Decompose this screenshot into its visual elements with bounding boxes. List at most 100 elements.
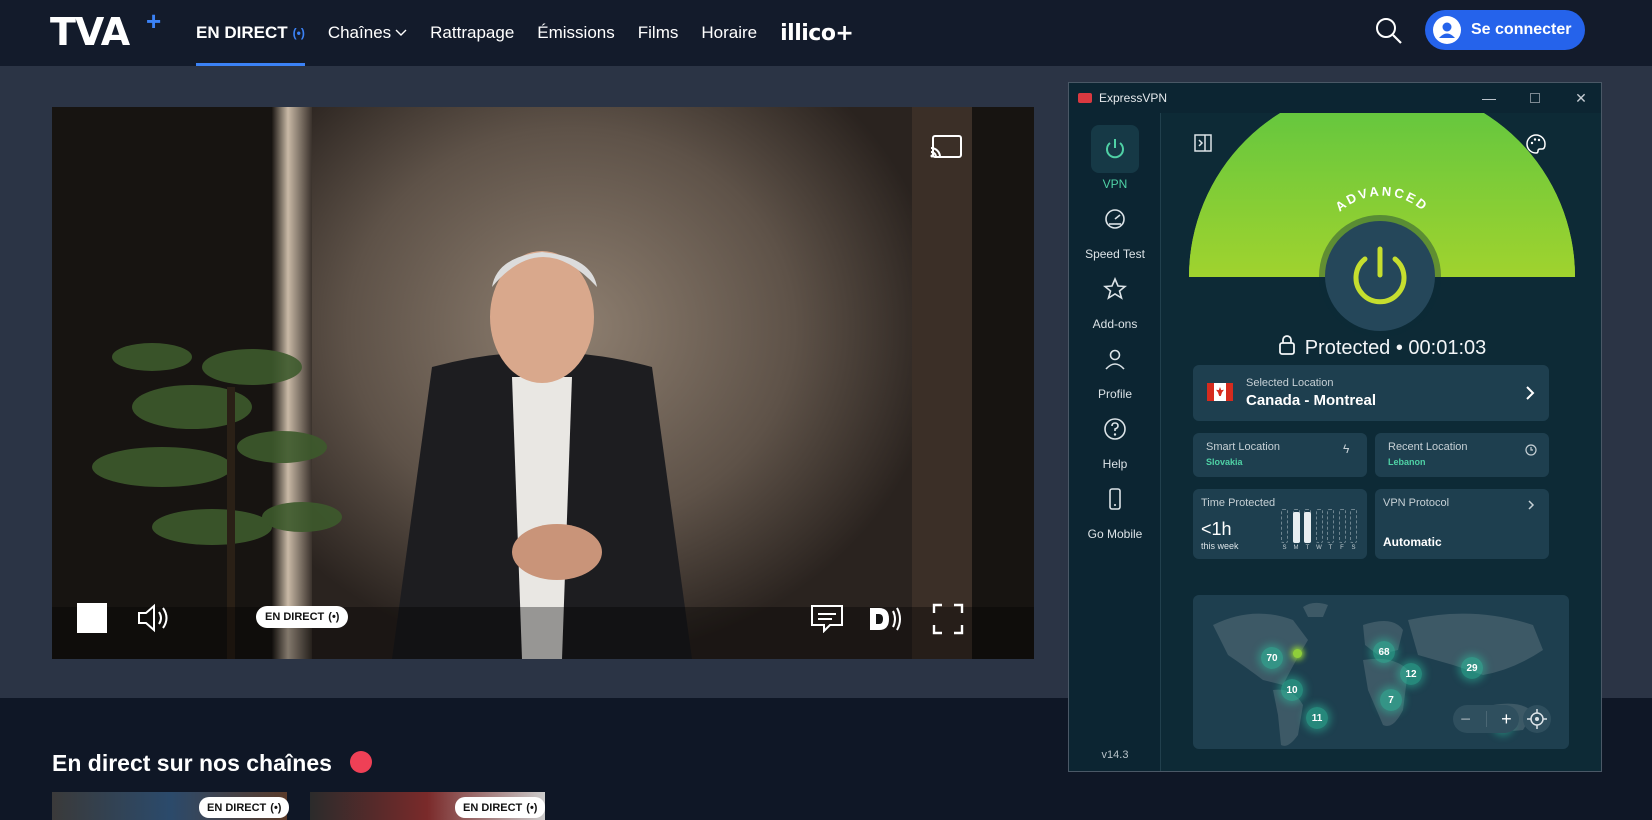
collapse-sidebar-icon[interactable] [1193, 133, 1213, 158]
sidebar-item-help[interactable]: Help [1069, 405, 1161, 471]
sidebar-item-vpn[interactable]: VPN [1069, 125, 1161, 191]
live-broadcast-icon: (•) [526, 801, 538, 814]
nav-chaines-label: Chaînes [327, 23, 392, 42]
smart-location-label: Smart Location [1206, 441, 1280, 453]
nav-films[interactable]: Films [638, 0, 679, 66]
chevron-right-icon [1527, 498, 1535, 516]
star-icon [1091, 265, 1139, 313]
channel-card-live-pill: EN DIRECT (•) [199, 797, 290, 818]
map-pin[interactable]: 10 [1281, 679, 1303, 701]
day-bar-track [1338, 509, 1346, 543]
sidebar-item-label: Help [1102, 457, 1128, 471]
app-version: v14.3 [1101, 749, 1129, 761]
question-icon [1091, 405, 1139, 453]
day-bar-fill [1292, 512, 1300, 543]
sidebar-item-add-ons[interactable]: Add-ons [1069, 265, 1161, 331]
logo-text: TVA [50, 10, 130, 54]
sidebar-item-go-mobile[interactable]: Go Mobile [1069, 475, 1161, 541]
clock-icon [1525, 443, 1537, 461]
sidebar-item-label: Add-ons [1092, 317, 1138, 331]
smart-location-card[interactable]: Smart Location Slovakia ϟ [1193, 433, 1367, 477]
stop-icon[interactable] [77, 603, 107, 633]
day-label: S [1282, 545, 1287, 551]
day-bar-track [1327, 509, 1334, 543]
recent-location-card[interactable]: Recent Location Lebanon [1375, 433, 1549, 477]
connection-status-text: Protected • 00:01:03 [1304, 336, 1487, 359]
recent-location-value: Lebanon [1388, 457, 1426, 467]
vpn-main-panel: ADVANCED Protected • 00:01:03 Selected L… [1161, 113, 1601, 771]
day-bar-track [1350, 509, 1357, 543]
window-title: ExpressVPN [1099, 91, 1168, 105]
map-pin[interactable]: 7 [1380, 689, 1402, 711]
section-title: En direct sur nos chaînes [52, 750, 332, 776]
server-map[interactable]: 70 10 11 68 12 7 29 8 − + [1193, 595, 1569, 749]
time-protected-label: Time Protected [1201, 497, 1276, 509]
phone-icon [1091, 475, 1139, 523]
minimize-button[interactable]: — [1467, 83, 1511, 113]
day-label: T [1328, 545, 1333, 551]
live-badge-label: EN DIRECT [265, 611, 325, 623]
live-broadcast-icon: (•) [292, 26, 305, 40]
fullscreen-icon[interactable] [932, 603, 964, 640]
nav-emissions[interactable]: Émissions [537, 0, 614, 66]
audio-description-icon[interactable] [867, 605, 903, 638]
weekly-bars: SMTWTFS [1281, 509, 1363, 555]
zoom-control: − + [1453, 705, 1519, 733]
live-broadcast-icon: (•) [328, 611, 340, 623]
person-icon [1091, 335, 1139, 383]
power-icon [1091, 125, 1139, 173]
map-pin[interactable]: 11 [1306, 707, 1328, 729]
time-protected-sub: this week [1201, 541, 1239, 551]
time-protected-card[interactable]: Time Protected <1h this week SMTWTFS [1193, 489, 1367, 559]
channel-card-live-label: EN DIRECT [207, 801, 267, 814]
channel-card-live-pill: EN DIRECT (•) [455, 797, 546, 818]
connect-power-button[interactable] [1325, 221, 1435, 331]
search-icon[interactable] [1374, 16, 1404, 46]
zoom-out-button[interactable]: − [1460, 709, 1471, 730]
sidebar-item-speed-test[interactable]: Speed Test [1069, 195, 1161, 261]
zoom-in-button[interactable]: + [1501, 709, 1512, 730]
day-bar-track [1315, 509, 1323, 543]
nav-rattrapage[interactable]: Rattrapage [430, 0, 514, 66]
sidebar-item-label: Profile [1097, 387, 1132, 401]
recent-location-label: Recent Location [1388, 441, 1468, 453]
logo-plus-icon: + [146, 6, 162, 36]
svg-text:ADVANCED: ADVANCED [1332, 187, 1431, 214]
map-pin[interactable]: 12 [1400, 663, 1422, 685]
sidebar-item-profile[interactable]: Profile [1069, 335, 1161, 401]
nav-en-direct-label: EN DIRECT [196, 23, 288, 42]
map-pin[interactable]: 68 [1373, 641, 1395, 663]
map-pin[interactable]: 70 [1261, 647, 1283, 669]
day-bar-track [1281, 509, 1288, 543]
video-player[interactable]: EN DIRECT (•) [52, 107, 1034, 659]
vpn-protocol-value: Automatic [1383, 535, 1442, 549]
volume-icon[interactable] [137, 603, 171, 638]
main-nav: EN DIRECT (•) Chaînes Rattrapage Émissio… [196, 0, 876, 66]
login-button[interactable]: Se connecter [1425, 10, 1585, 50]
cast-icon[interactable] [930, 135, 962, 164]
locate-me-button[interactable] [1523, 705, 1551, 733]
day-bar-fill [1304, 512, 1311, 543]
expressvpn-logo-icon [1078, 93, 1092, 103]
current-location-dot [1293, 649, 1302, 658]
live-broadcast-icon: (•) [270, 801, 282, 814]
close-button[interactable]: ✕ [1559, 83, 1601, 113]
captions-icon[interactable] [810, 603, 844, 638]
window-titlebar[interactable]: ExpressVPN — ✕ [1069, 83, 1601, 113]
maximize-button[interactable] [1513, 83, 1557, 113]
vpn-protocol-card[interactable]: VPN Protocol Automatic [1375, 489, 1549, 559]
live-badge: EN DIRECT (•) [256, 606, 349, 628]
theme-palette-icon[interactable] [1525, 133, 1547, 160]
nav-chaines[interactable]: Chaînes [328, 0, 407, 66]
nav-horaire[interactable]: Horaire [701, 0, 757, 66]
connection-status: Protected • 00:01:03 [1161, 335, 1601, 361]
vpn-protocol-label: VPN Protocol [1383, 497, 1450, 509]
nav-en-direct[interactable]: EN DIRECT (•) [196, 0, 305, 66]
map-pin[interactable]: 29 [1461, 657, 1483, 679]
selected-location-card[interactable]: Selected Location Canada - Montreal [1193, 365, 1549, 421]
nav-illico[interactable]: illico+ [780, 0, 854, 66]
channel-card-live-label: EN DIRECT [463, 801, 523, 814]
tva-logo[interactable]: TVA + [50, 6, 168, 54]
selected-location-label: Selected Location [1246, 377, 1334, 389]
day-label: F [1340, 545, 1344, 551]
